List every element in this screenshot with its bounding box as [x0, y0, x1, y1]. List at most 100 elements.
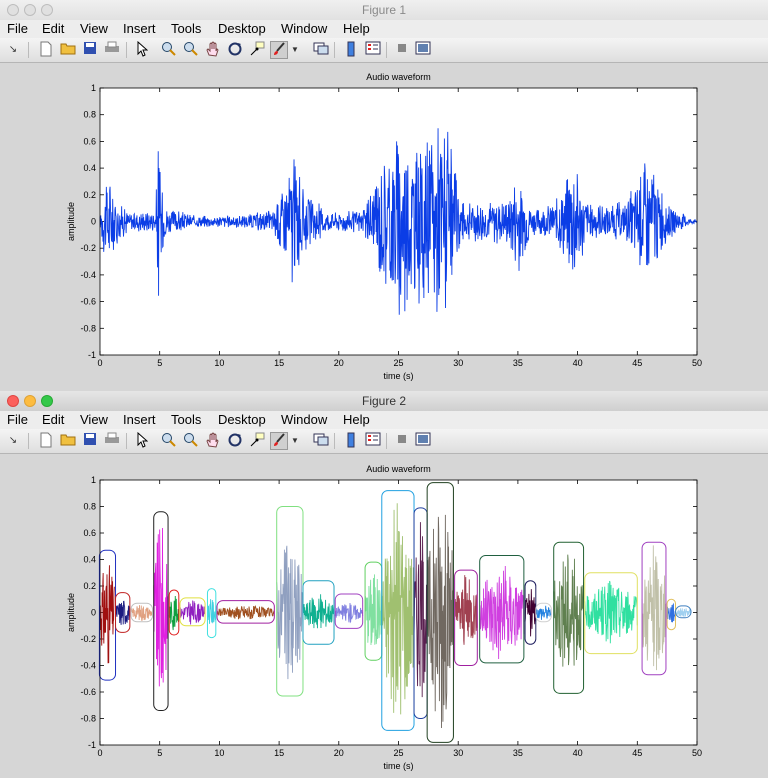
save-icon[interactable]	[81, 432, 99, 450]
brush-icon[interactable]	[270, 432, 288, 450]
y-tick-label: 1	[91, 475, 96, 485]
brush-dropdown-icon[interactable]: ▼	[290, 41, 300, 59]
legend-icon[interactable]	[364, 41, 382, 59]
brush-dropdown-icon[interactable]: ▼	[290, 432, 300, 450]
x-tick-label: 25	[393, 358, 403, 368]
dock-arrow-icon[interactable]: ↘	[4, 41, 22, 59]
print-icon[interactable]	[103, 41, 121, 59]
y-tick-label: 0.2	[83, 581, 96, 591]
colorbar-icon[interactable]	[342, 432, 360, 450]
open-file-icon[interactable]	[59, 432, 77, 450]
print-icon[interactable]	[103, 432, 121, 450]
zoom-out-icon[interactable]	[182, 41, 200, 59]
pointer-icon[interactable]	[133, 431, 151, 450]
show-plot-tools-icon[interactable]	[414, 432, 432, 450]
link-plot-icon[interactable]	[312, 432, 330, 450]
toolbar-separator	[386, 42, 387, 58]
show-plot-tools-icon[interactable]	[414, 41, 432, 59]
menu-window[interactable]: Window	[281, 411, 327, 429]
new-figure-icon[interactable]	[37, 41, 55, 59]
colorbar-icon[interactable]	[342, 41, 360, 59]
menu-tools[interactable]: Tools	[171, 411, 201, 429]
pan-hand-icon[interactable]	[204, 432, 222, 450]
menu-view[interactable]: View	[80, 411, 108, 429]
hide-plot-tools-icon[interactable]	[393, 432, 411, 450]
menu-insert[interactable]: Insert	[123, 20, 156, 38]
menu-view[interactable]: View	[80, 20, 108, 38]
menu-help[interactable]: Help	[343, 20, 370, 38]
link-plot-icon[interactable]	[312, 41, 330, 59]
toolbar-separator	[334, 433, 335, 449]
figure-canvas: Audio waveform time (s) amplitude 0 5 10 15 20 2…	[0, 454, 768, 778]
x-tick-label: 35	[513, 358, 523, 368]
rotate-3d-icon[interactable]	[226, 41, 244, 59]
window-titlebar[interactable]: Figure 1	[0, 0, 768, 21]
x-tick-label: 5	[157, 358, 162, 368]
data-cursor-icon[interactable]	[248, 432, 266, 450]
menu-insert[interactable]: Insert	[123, 411, 156, 429]
menu-window[interactable]: Window	[281, 20, 327, 38]
x-tick-label: 15	[274, 358, 284, 368]
x-tick-label: 30	[453, 358, 463, 368]
zoom-window-button[interactable]	[41, 4, 53, 16]
x-tick-label: 40	[573, 748, 583, 758]
minimize-window-button[interactable]	[24, 395, 36, 407]
y-tick-label: 0.6	[83, 136, 96, 146]
figure-2-window: Figure 2 File Edit View Insert Tools Des…	[0, 391, 768, 778]
x-axis-label: time (s)	[384, 761, 414, 771]
menu-edit[interactable]: Edit	[42, 20, 64, 38]
x-tick-label: 40	[573, 358, 583, 368]
brush-icon[interactable]	[270, 41, 288, 59]
y-tick-label: -0.6	[80, 297, 96, 307]
figure-toolbar: ↘ ▼	[0, 38, 768, 63]
toolbar-separator	[28, 433, 29, 449]
minimize-window-button[interactable]	[24, 4, 36, 16]
data-cursor-icon[interactable]	[248, 41, 266, 59]
y-axis-label: amplitude	[66, 202, 76, 241]
x-tick-label: 25	[393, 748, 403, 758]
menu-file[interactable]: File	[7, 20, 28, 38]
y-tick-label: -0.4	[80, 270, 96, 280]
menu-file[interactable]: File	[7, 411, 28, 429]
zoom-window-button[interactable]	[41, 395, 53, 407]
chart-title: Audio waveform	[366, 464, 431, 474]
y-tick-label: 0	[91, 608, 96, 618]
new-figure-icon[interactable]	[37, 432, 55, 450]
menu-desktop[interactable]: Desktop	[218, 20, 266, 38]
y-tick-label: -1	[88, 740, 96, 750]
y-tick-label: 0.6	[83, 528, 96, 538]
zoom-out-icon[interactable]	[182, 432, 200, 450]
x-tick-label: 50	[692, 748, 702, 758]
x-tick-label: 20	[334, 748, 344, 758]
open-file-icon[interactable]	[59, 41, 77, 59]
y-tick-label: -0.4	[80, 661, 96, 671]
toolbar-separator	[126, 433, 127, 449]
dock-arrow-icon[interactable]: ↘	[4, 432, 22, 450]
x-tick-label: 0	[97, 748, 102, 758]
menu-edit[interactable]: Edit	[42, 411, 64, 429]
audio-waveform-plot-2[interactable]: Audio waveformtime (s)amplitude0 5 10 15 20 2…	[0, 454, 768, 778]
audio-waveform-plot-1[interactable]: Audio waveformtime (s)amplitude0 5 10 15 20 2…	[0, 63, 768, 391]
hide-plot-tools-icon[interactable]	[393, 41, 411, 59]
menu-bar: File Edit View Insert Tools Desktop Wind…	[0, 20, 768, 38]
pan-hand-icon[interactable]	[204, 41, 222, 59]
save-icon[interactable]	[81, 41, 99, 59]
legend-icon[interactable]	[364, 432, 382, 450]
y-tick-label: 0.8	[83, 502, 96, 512]
zoom-in-icon[interactable]	[160, 41, 178, 59]
y-tick-label: -0.2	[80, 243, 96, 253]
menu-bar: File Edit View Insert Tools Desktop Wind…	[0, 411, 768, 429]
y-tick-label: -0.8	[80, 323, 96, 333]
y-tick-label: -1	[88, 350, 96, 360]
zoom-in-icon[interactable]	[160, 432, 178, 450]
window-titlebar[interactable]: Figure 2	[0, 391, 768, 412]
x-tick-label: 35	[513, 748, 523, 758]
figure-toolbar: ↘ ▼	[0, 429, 768, 454]
menu-help[interactable]: Help	[343, 411, 370, 429]
rotate-3d-icon[interactable]	[226, 432, 244, 450]
menu-tools[interactable]: Tools	[171, 20, 201, 38]
close-window-button[interactable]	[7, 4, 19, 16]
close-window-button[interactable]	[7, 395, 19, 407]
menu-desktop[interactable]: Desktop	[218, 411, 266, 429]
pointer-icon[interactable]	[133, 40, 151, 59]
